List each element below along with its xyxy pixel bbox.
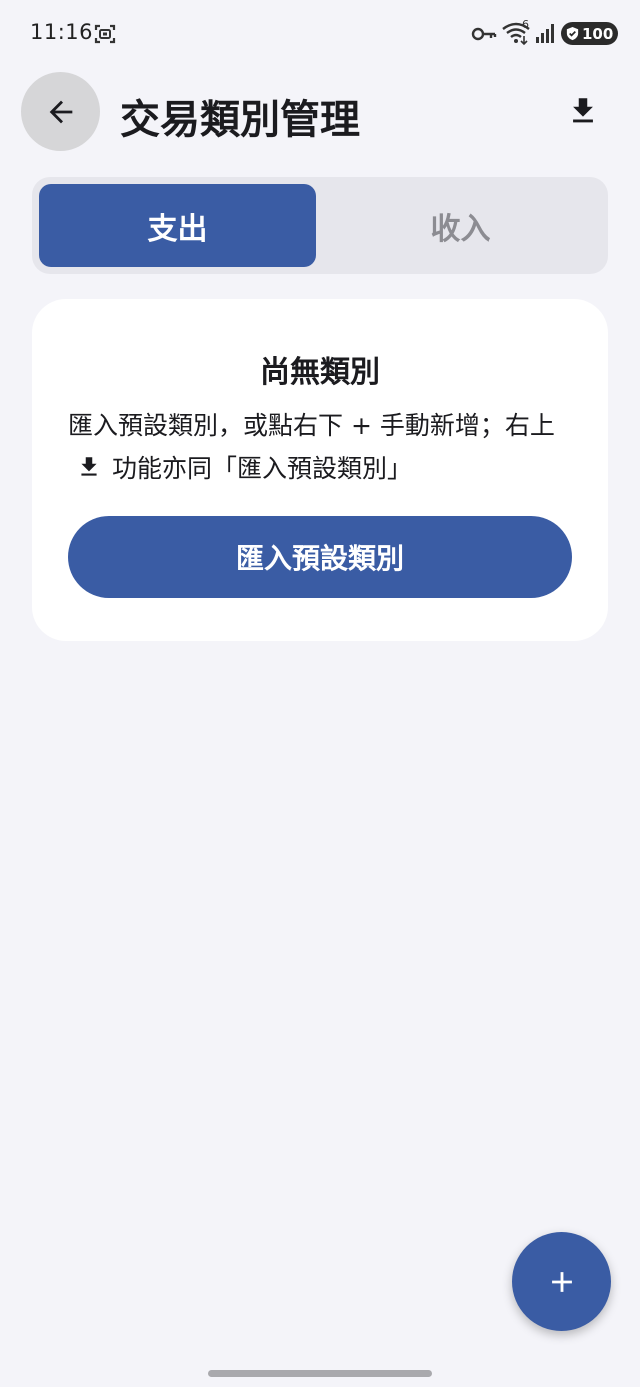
vpn-key-icon xyxy=(471,27,497,41)
cell-signal-icon xyxy=(536,24,554,43)
back-button[interactable] xyxy=(21,72,100,151)
add-category-fab[interactable] xyxy=(512,1232,611,1331)
type-tab-bar: 支出 收入 xyxy=(32,177,608,274)
import-defaults-icon-button[interactable] xyxy=(562,90,604,132)
empty-state-description-text-1: 匯入預設類別，或點右下 + 手動新增；右上 xyxy=(68,411,555,440)
tab-income[interactable]: 收入 xyxy=(320,184,601,267)
empty-state-description: 匯入預設類別，或點右下 + 手動新增；右上功能亦同「匯入預設類別」 xyxy=(68,404,578,490)
empty-state-description-text-2: 功能亦同「匯入預設類別」 xyxy=(112,454,413,483)
empty-state-card: 尚無類別 匯入預設類別，或點右下 + 手動新增；右上功能亦同「匯入預設類別」 匯… xyxy=(32,299,608,641)
battery-indicator: 100 xyxy=(561,22,618,45)
status-bar: 11:16 6 100 xyxy=(0,0,640,68)
plus-icon xyxy=(551,1271,572,1292)
page-title: 交易類別管理 xyxy=(120,97,360,143)
wifi-generation-label: 6 xyxy=(522,18,529,31)
screenshot-icon xyxy=(94,24,116,44)
empty-state-title: 尚無類別 xyxy=(260,355,380,390)
download-icon xyxy=(81,457,97,476)
tab-expense[interactable]: 支出 xyxy=(39,184,316,267)
battery-shield-icon xyxy=(566,26,579,41)
home-indicator[interactable] xyxy=(208,1370,432,1377)
status-time: 11:16 xyxy=(30,20,94,44)
import-defaults-button[interactable]: 匯入預設類別 xyxy=(68,516,572,598)
arrow-back-icon xyxy=(49,100,72,123)
app-screen: 11:16 6 100 交易類別管理 支出 收入 尚無類別 匯入預設類別，或點右… xyxy=(0,0,640,1387)
download-icon xyxy=(573,98,593,123)
battery-level: 100 xyxy=(582,24,614,43)
